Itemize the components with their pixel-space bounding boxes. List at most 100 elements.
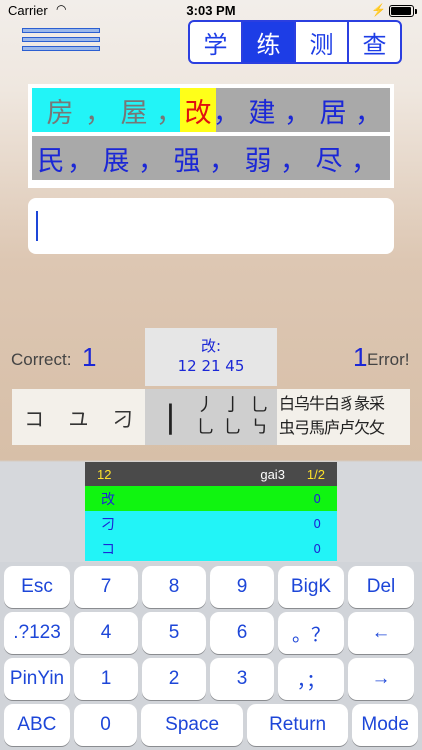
info-codes: 12 21 45 <box>177 357 245 375</box>
board-punct: ， <box>138 145 165 177</box>
stroke-key: 乚 <box>250 395 269 416</box>
battery-icon <box>389 5 417 17</box>
board-char: 屋 <box>109 88 159 132</box>
key-8[interactable]: 8 <box>142 566 206 608</box>
candidate-count: 0 <box>313 491 321 506</box>
return-key[interactable]: Return <box>246 704 349 746</box>
clock: 3:03 PM <box>186 3 236 18</box>
board-punct: ， <box>213 97 240 129</box>
tab-learn[interactable]: 学 <box>190 22 241 62</box>
key-4[interactable]: 4 <box>74 612 138 654</box>
board-punct: ， <box>284 97 311 129</box>
comma-key[interactable]: ，； <box>278 658 344 700</box>
keyboard-row: PinYin 1 2 3 ，； → <box>4 658 418 700</box>
bigk-key[interactable]: BigK <box>278 566 344 608</box>
keyboard-row: .?123 4 5 6 。？ ← <box>4 612 418 654</box>
board-punct: ， <box>209 145 236 177</box>
right-arrow-key[interactable]: → <box>348 658 414 700</box>
mode-key[interactable]: Mode <box>352 704 418 746</box>
char-info: 改: 12 21 45 <box>145 328 277 386</box>
stroke-key: 亅 <box>223 395 242 416</box>
keyboard-row: Esc 7 8 9 BigK Del <box>4 566 418 608</box>
tab-practice[interactable]: 练 <box>241 22 294 62</box>
stroke-keys: コ ユ 刁 丨 丿 乚 亅 乚 乚 ㇉ 白乌牛白豸彖采 虫弓馬庐卢欠攵 <box>12 389 410 445</box>
board-punct: ， <box>156 88 183 132</box>
stroke-key[interactable]: 刁 <box>113 403 133 432</box>
board-row-1: 房 ， 屋 ， 改 ， 建 ， 居 ， <box>32 88 390 132</box>
esc-key[interactable]: Esc <box>4 566 70 608</box>
keyboard-row: ABC 0 Space Return Mode <box>4 704 418 746</box>
menu-icon[interactable] <box>22 28 100 62</box>
stroke-key[interactable]: ユ <box>68 403 88 432</box>
key-0[interactable]: 0 <box>73 704 138 746</box>
stroke-key-pair[interactable]: 丿 乚 <box>197 395 215 439</box>
candidate-word: コ <box>101 541 115 558</box>
board-punct: ， <box>280 145 307 177</box>
text-cursor <box>36 211 38 241</box>
score-panel: Correct: 1 改: 12 21 45 1 Error! <box>0 328 422 386</box>
candidate-item[interactable]: コ 0 <box>85 536 337 561</box>
space-key[interactable]: Space <box>141 704 243 746</box>
board-char: 建 <box>248 97 276 129</box>
key-3[interactable]: 3 <box>210 658 274 700</box>
board-punct: ， <box>85 88 112 132</box>
pinyin-key[interactable]: PinYin <box>4 658 70 700</box>
candidate-word: 刁 <box>101 516 115 533</box>
candidate-item[interactable]: 改 0 <box>85 486 337 511</box>
candidate-count: 0 <box>313 516 321 531</box>
stroke-group-2[interactable]: 丨 丿 乚 亅 乚 乚 ㇉ <box>145 389 277 445</box>
page-indicator[interactable]: 1/2 <box>307 467 325 482</box>
stroke-key[interactable]: 丨 <box>154 393 188 442</box>
mode-tabs: 学 练 测 查 <box>188 20 402 64</box>
candidate-item[interactable]: 刁 0 <box>85 511 337 536</box>
practice-board: 房 ， 屋 ， 改 ， 建 ， 居 ， 民 ， 展 ， 强 ， 弱 ， 尽 ， <box>28 84 394 188</box>
abc-key[interactable]: ABC <box>4 704 70 746</box>
board-char: 弱 <box>244 145 272 177</box>
error-count: 1 <box>353 342 368 372</box>
key-9[interactable]: 9 <box>210 566 274 608</box>
stroke-key: ㇉ <box>250 417 269 438</box>
info-char: 改: <box>200 337 222 355</box>
board-char: 民 <box>37 145 65 177</box>
current-char: 改 <box>180 88 216 132</box>
stroke-key: 乚 <box>223 417 242 438</box>
candidate-word: 改 <box>101 491 115 508</box>
key-1[interactable]: 1 <box>74 658 138 700</box>
correct-count: 1 <box>82 342 97 372</box>
stroke-key: 丿 <box>196 395 215 416</box>
board-char: 尽 <box>315 145 343 177</box>
radical-line: 虫弓馬庐卢欠攵 <box>279 418 385 437</box>
stroke-key-pair[interactable]: 乚 ㇉ <box>251 395 269 439</box>
pinyin-label: gai3 <box>260 466 285 482</box>
error-label: Error! <box>367 350 410 369</box>
key-2[interactable]: 2 <box>142 658 206 700</box>
key-7[interactable]: 7 <box>74 566 138 608</box>
tab-lookup[interactable]: 查 <box>347 22 400 62</box>
board-punct: ， <box>355 97 382 129</box>
board-punct: ， <box>351 145 378 177</box>
answer-input[interactable] <box>28 198 394 254</box>
stroke-group-1[interactable]: コ ユ 刁 <box>12 389 145 445</box>
delete-key[interactable]: Del <box>348 566 414 608</box>
board-punct: ， <box>67 145 94 177</box>
status-bar: Carrier ◠ 3:03 PM ⚡ <box>0 0 422 22</box>
key-5[interactable]: 5 <box>142 612 206 654</box>
left-arrow-key[interactable]: ← <box>348 612 414 654</box>
board-char: 强 <box>173 145 201 177</box>
board-row-2: 民 ， 展 ， 强 ， 弱 ， 尽 ， <box>32 136 390 180</box>
stroke-key: 乚 <box>196 417 215 438</box>
input-code: 12 <box>97 466 112 482</box>
charging-icon: ⚡ <box>371 3 386 17</box>
key-6[interactable]: 6 <box>210 612 274 654</box>
stroke-group-3[interactable]: 白乌牛白豸彖采 虫弓馬庐卢欠攵 <box>277 389 410 445</box>
keyboard: Esc 7 8 9 BigK Del .?123 4 5 6 。？ ← PinY… <box>0 562 422 750</box>
board-char: 展 <box>102 145 130 177</box>
candidate-count: 0 <box>313 541 321 556</box>
symbols-key[interactable]: .?123 <box>4 612 70 654</box>
punctuation-key[interactable]: 。？ <box>278 612 344 654</box>
stroke-key[interactable]: コ <box>24 403 44 432</box>
candidate-header: 12 gai3 1/2 <box>85 462 337 486</box>
board-char: 居 <box>319 97 347 129</box>
tab-test[interactable]: 测 <box>294 22 347 62</box>
stroke-key-pair[interactable]: 亅 乚 <box>224 395 242 439</box>
